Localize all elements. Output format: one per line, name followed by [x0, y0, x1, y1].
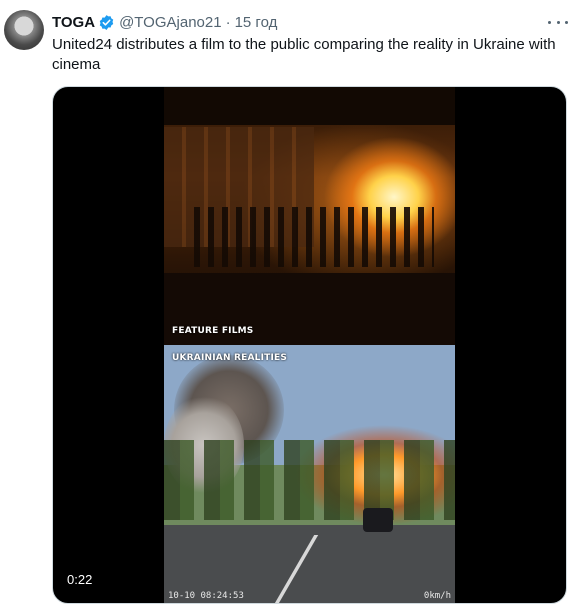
car: [363, 508, 393, 532]
video-player[interactable]: FEATURE FILMS UKRAINIAN REALITIES 10-10 …: [52, 86, 567, 604]
separator-dot: ·: [225, 13, 231, 31]
video-duration: 0:22: [63, 571, 97, 588]
ukrainian-realities-label: UKRAINIAN REALITIES: [172, 353, 288, 363]
feature-films-label: FEATURE FILMS: [172, 326, 254, 336]
tweet-timestamp[interactable]: 15 год: [235, 14, 278, 31]
avatar[interactable]: [4, 10, 44, 50]
author-name[interactable]: TOGA: [52, 14, 95, 31]
verified-badge-icon: [99, 14, 114, 30]
tweet-card: TOGA @TOGAjano21 · 15 год United24 distr…: [0, 0, 577, 608]
dashcam-speed: 0km/h: [423, 591, 451, 601]
tweet-text: United24 distributes a film to the publi…: [52, 36, 556, 73]
video-frame-ukrainian-realities: UKRAINIAN REALITIES 10-10 08:24:53 0km/h: [164, 345, 455, 603]
author-handle[interactable]: @TOGAjano21: [119, 14, 222, 31]
more-options-icon[interactable]: [548, 14, 568, 30]
dashcam-timestamp: 10-10 08:24:53: [168, 591, 244, 601]
tweet-header: TOGA @TOGAjano21 · 15 год: [52, 12, 277, 32]
video-frame-feature-films: FEATURE FILMS: [164, 87, 455, 345]
